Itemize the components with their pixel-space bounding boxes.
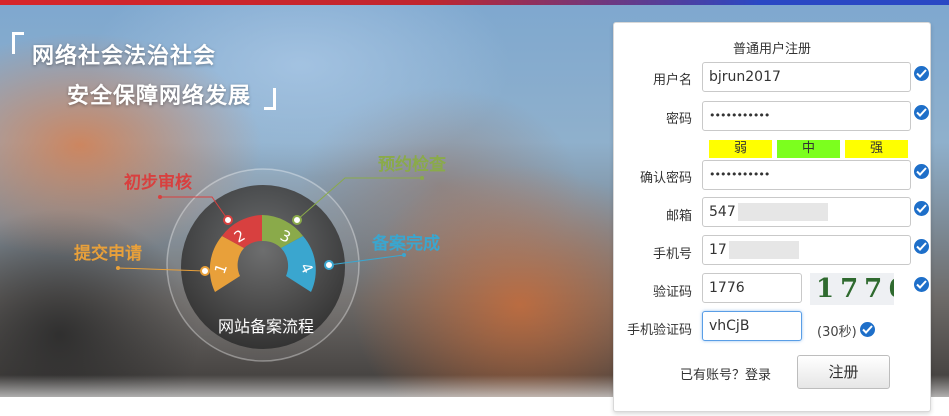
captcha-image[interactable]: 1776 [810, 273, 894, 305]
captcha-valid-check-icon [914, 277, 929, 292]
phone-redaction [728, 241, 799, 259]
confirm-password-input[interactable]: ••••••••••• [702, 160, 911, 190]
username-label: 用户名 [652, 73, 692, 88]
strength-medium: 中 [777, 140, 840, 158]
registration-title: 普通用户注册 [732, 42, 811, 57]
strength-strong: 强 [845, 140, 908, 158]
password-label: 密码 [665, 112, 692, 127]
email-redaction [737, 203, 828, 221]
process-dot-2 [223, 215, 233, 225]
phone-input[interactable]: 17 [702, 235, 911, 265]
phone-value: 17 [709, 242, 727, 258]
process-step-label-4: 备案完成 [372, 234, 440, 254]
register-button[interactable]: 注册 [797, 355, 890, 389]
process-step-label-3: 预约检查 [378, 155, 446, 175]
process-end-dot-1 [116, 266, 120, 270]
sms-code-input[interactable]: vhCjB [702, 311, 802, 341]
sms-valid-check-icon [860, 322, 875, 337]
username-input[interactable]: bjrun2017 [702, 62, 911, 92]
process-step-label-1: 提交申请 [74, 244, 142, 264]
phone-valid-check-icon [914, 239, 929, 254]
sms-code-label: 手机验证码 [626, 323, 692, 338]
process-end-dot-3 [420, 176, 424, 180]
registration-panel: 普通用户注册 用户名 bjrun2017 密码 ••••••••••• 弱 中 … [613, 22, 931, 412]
login-link[interactable]: 已有账号？登录 [680, 364, 771, 383]
email-label: 邮箱 [665, 209, 692, 224]
captcha-label: 验证码 [652, 285, 692, 300]
username-valid-check-icon [914, 66, 929, 81]
process-step-label-2: 初步审核 [124, 173, 192, 193]
process-dot-4 [324, 260, 334, 270]
email-valid-check-icon [914, 201, 929, 216]
process-dot-3 [292, 215, 302, 225]
confirm-password-valid-check-icon [914, 164, 929, 179]
strength-weak: 弱 [709, 140, 772, 158]
confirm-password-label: 确认密码 [639, 171, 692, 186]
password-valid-check-icon [914, 105, 929, 120]
process-end-dot-2 [158, 195, 162, 199]
sms-countdown: (30秒) [817, 325, 857, 340]
process-dot-1 [200, 266, 210, 276]
captcha-input[interactable]: 1776 [702, 273, 802, 303]
password-input[interactable]: ••••••••••• [702, 101, 911, 131]
process-title: 网站备案流程 [217, 317, 314, 336]
email-input[interactable]: 547 [702, 197, 911, 227]
phone-label: 手机号 [652, 247, 692, 262]
email-value: 547 [709, 204, 736, 220]
